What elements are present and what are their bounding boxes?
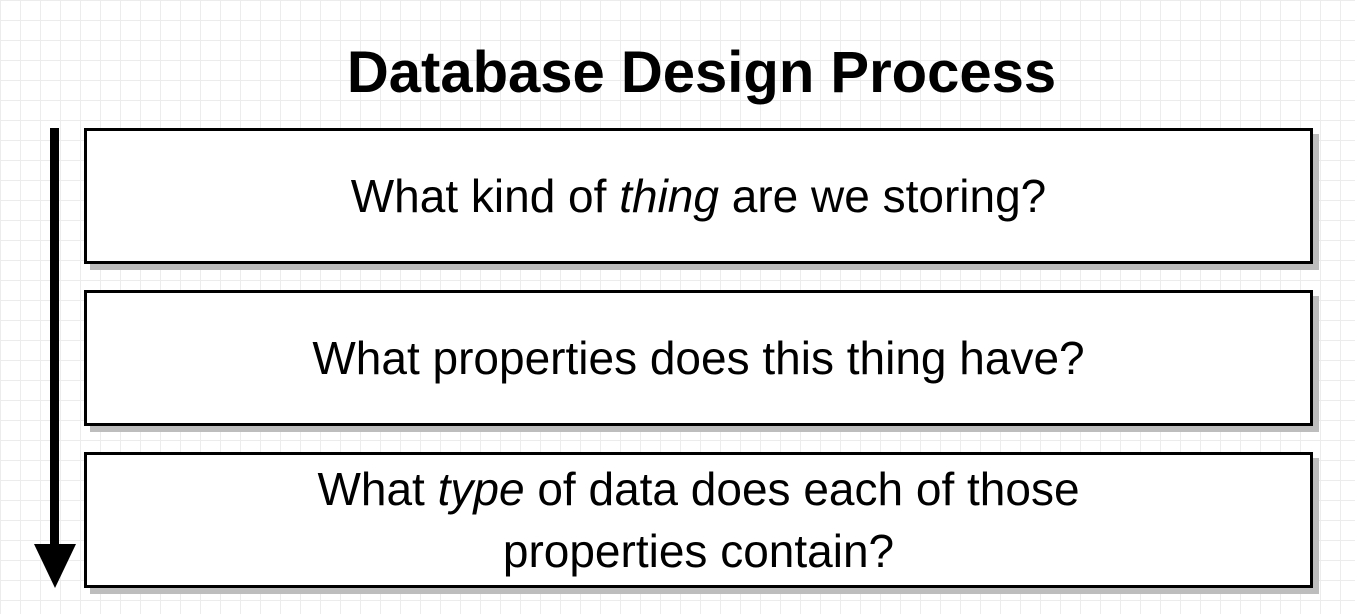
diagram-title: Database Design Process <box>346 40 1057 105</box>
flow-down-arrow <box>34 128 76 588</box>
step-2-text: What properties does this thing have? <box>312 332 1085 384</box>
step-box-1: What kind of thing are we storing? <box>84 128 1313 264</box>
step-box-2: What properties does this thing have? <box>84 290 1313 426</box>
step-box-3: What type of data does each of those prop… <box>84 452 1313 588</box>
step-1-text: What kind of thing are we storing? <box>350 170 1047 222</box>
step-3-text: What type of data does each of those prop… <box>317 463 1080 577</box>
